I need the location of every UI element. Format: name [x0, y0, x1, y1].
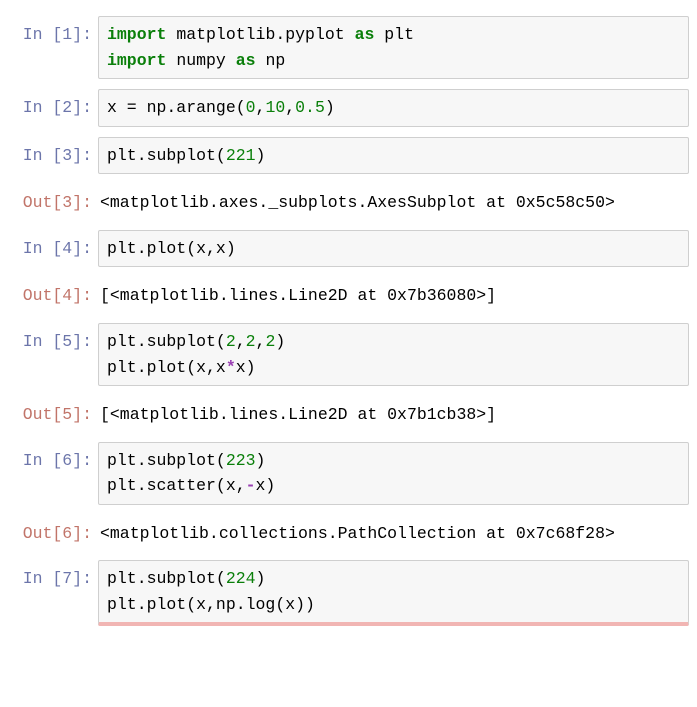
- code-input-4[interactable]: plt.plot(x,x): [98, 230, 689, 268]
- code-input-3[interactable]: plt.subplot(221): [98, 137, 689, 175]
- cell-in-1: In [1]: import matplotlib.pyplot as plt …: [8, 16, 689, 79]
- code-line: plt.plot(x,x): [107, 236, 680, 262]
- code-line: plt.plot(x,np.log(x)): [107, 592, 680, 618]
- output-3: <matplotlib.axes._subplots.AxesSubplot a…: [98, 184, 689, 220]
- output-5: [<matplotlib.lines.Line2D at 0x7b1cb38>]: [98, 396, 689, 432]
- code-input-7[interactable]: plt.subplot(224) plt.plot(x,np.log(x)): [98, 560, 689, 626]
- prompt-in-3: In [3]:: [8, 137, 98, 169]
- cell-in-4: In [4]: plt.plot(x,x): [8, 230, 689, 268]
- cell-in-6: In [6]: plt.subplot(223) plt.scatter(x,-…: [8, 442, 689, 505]
- code-input-6[interactable]: plt.subplot(223) plt.scatter(x,-x): [98, 442, 689, 505]
- prompt-out-3: Out[3]:: [8, 184, 98, 216]
- code-input-5[interactable]: plt.subplot(2,2,2) plt.plot(x,x*x): [98, 323, 689, 386]
- code-line: x = np.arange(0,10,0.5): [107, 95, 680, 121]
- code-line: import numpy as np: [107, 48, 680, 74]
- code-line: plt.plot(x,x*x): [107, 355, 680, 381]
- prompt-out-6: Out[6]:: [8, 515, 98, 547]
- code-input-2[interactable]: x = np.arange(0,10,0.5): [98, 89, 689, 127]
- cell-out-5: Out[5]: [<matplotlib.lines.Line2D at 0x7…: [8, 396, 689, 432]
- prompt-out-4: Out[4]:: [8, 277, 98, 309]
- notebook: In [1]: import matplotlib.pyplot as plt …: [0, 0, 697, 634]
- output-6: <matplotlib.collections.PathCollection a…: [98, 515, 689, 551]
- prompt-in-2: In [2]:: [8, 89, 98, 121]
- prompt-in-1: In [1]:: [8, 16, 98, 48]
- cell-out-4: Out[4]: [<matplotlib.lines.Line2D at 0x7…: [8, 277, 689, 313]
- code-line: import matplotlib.pyplot as plt: [107, 22, 680, 48]
- prompt-in-6: In [6]:: [8, 442, 98, 474]
- prompt-in-7: In [7]:: [8, 560, 98, 592]
- code-line: plt.subplot(221): [107, 143, 680, 169]
- code-line: plt.subplot(224): [107, 566, 680, 592]
- cell-in-2: In [2]: x = np.arange(0,10,0.5): [8, 89, 689, 127]
- output-4: [<matplotlib.lines.Line2D at 0x7b36080>]: [98, 277, 689, 313]
- prompt-out-5: Out[5]:: [8, 396, 98, 428]
- code-line: plt.scatter(x,-x): [107, 473, 680, 499]
- cell-in-5: In [5]: plt.subplot(2,2,2) plt.plot(x,x*…: [8, 323, 689, 386]
- cell-in-7: In [7]: plt.subplot(224) plt.plot(x,np.l…: [8, 560, 689, 626]
- prompt-in-4: In [4]:: [8, 230, 98, 262]
- prompt-in-5: In [5]:: [8, 323, 98, 355]
- cell-in-3: In [3]: plt.subplot(221): [8, 137, 689, 175]
- code-line: plt.subplot(223): [107, 448, 680, 474]
- cell-out-6: Out[6]: <matplotlib.collections.PathColl…: [8, 515, 689, 551]
- code-line: plt.subplot(2,2,2): [107, 329, 680, 355]
- code-input-1[interactable]: import matplotlib.pyplot as plt import n…: [98, 16, 689, 79]
- cell-out-3: Out[3]: <matplotlib.axes._subplots.AxesS…: [8, 184, 689, 220]
